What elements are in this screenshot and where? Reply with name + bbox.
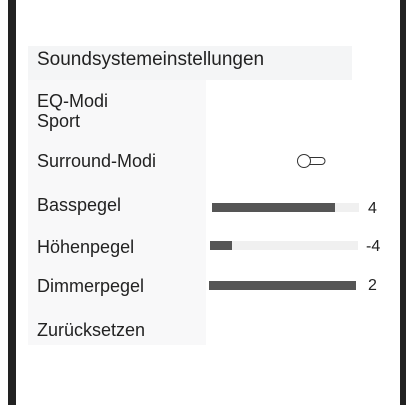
surround-toggle[interactable] xyxy=(296,153,326,169)
bass-level-value: 4 xyxy=(368,200,377,217)
eq-mode-value: Sport xyxy=(37,111,81,131)
surround-mode-label[interactable]: Surround-Modi xyxy=(37,151,156,171)
treble-level-label[interactable]: Höhenpegel xyxy=(37,237,134,257)
bass-level-slider[interactable] xyxy=(212,203,359,212)
dimmer-level-value: 2 xyxy=(368,277,377,294)
eq-mode-label[interactable]: EQ-Modi xyxy=(37,91,108,111)
treble-level-fill xyxy=(210,241,233,250)
bass-level-label[interactable]: Basspegel xyxy=(37,195,121,215)
reset-button[interactable]: Zurücksetzen xyxy=(37,320,145,340)
treble-level-value: -4 xyxy=(366,238,381,255)
bass-level-fill xyxy=(212,203,336,212)
dimmer-level-label[interactable]: Dimmerpegel xyxy=(37,276,144,296)
right-frame-bar xyxy=(400,0,406,405)
dimmer-level-slider[interactable] xyxy=(209,281,356,290)
left-frame-bar xyxy=(8,0,16,405)
treble-level-slider[interactable] xyxy=(210,241,358,250)
dimmer-level-fill xyxy=(209,281,356,290)
page-title: Soundsystemeinstellungen xyxy=(37,49,265,70)
